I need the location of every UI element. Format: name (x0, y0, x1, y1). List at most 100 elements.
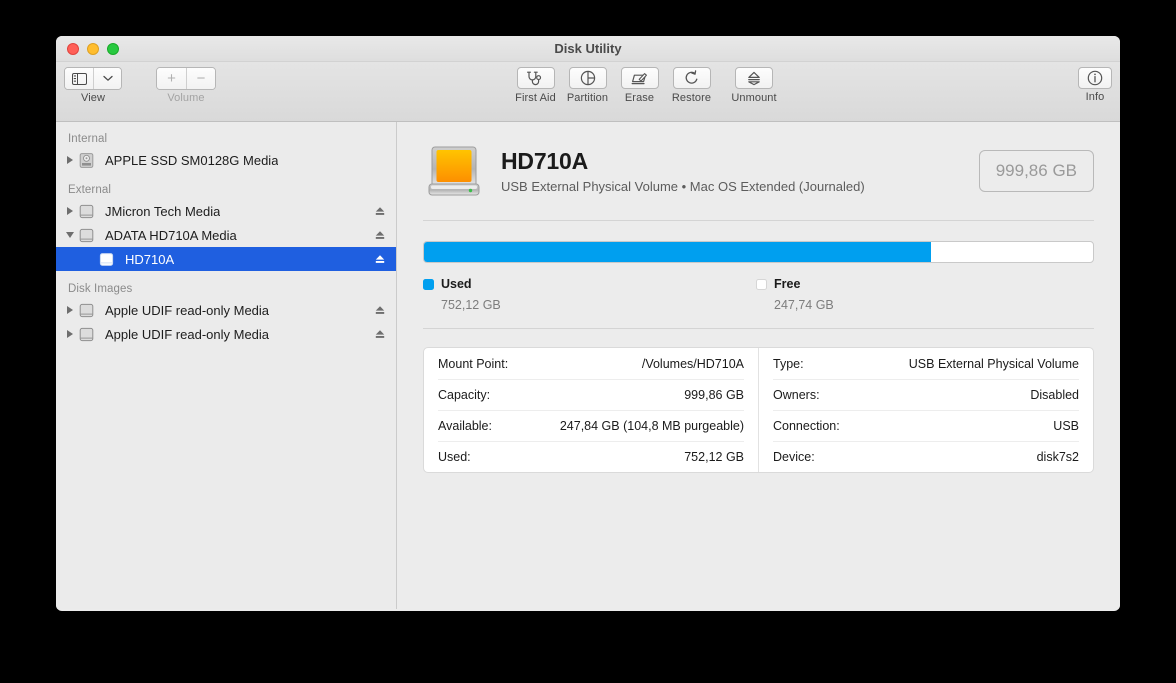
partition-button[interactable]: Partition (563, 67, 612, 104)
info-key: Used: (438, 450, 471, 464)
sidebar-item-apple-ssd[interactable]: APPLE SSD SM0128G Media (56, 148, 396, 172)
info-key: Connection: (773, 419, 840, 433)
info-key: Mount Point: (438, 356, 509, 371)
sidebar-item-label: Apple UDIF read-only Media (105, 302, 270, 318)
sidebar-item-label: HD710A (125, 251, 175, 267)
sidebar-item-hd710a[interactable]: HD710A (56, 247, 396, 271)
sidebar-group-header-external: External (68, 184, 111, 196)
external-drive-icon (78, 326, 98, 343)
external-drive-icon (78, 227, 98, 244)
info-value: 999,86 GB (684, 388, 744, 402)
table-row: Owners: Disabled (773, 379, 1079, 410)
disclosure-triangle[interactable] (62, 207, 78, 215)
usage-used-segment (424, 242, 932, 262)
sidebar-group-header-internal: Internal (68, 133, 108, 145)
plus-icon: + (167, 70, 176, 87)
window-body: Internal APPLE SSD SM0128G Media Externa… (56, 122, 1120, 609)
table-row: Mount Point: /Volumes/HD710A (438, 348, 744, 379)
sidebar-group-header-disk-images: Disk Images (68, 283, 133, 295)
legend-free-top: Free (756, 277, 1089, 291)
table-row: Type: USB External Physical Volume (773, 348, 1079, 379)
external-drive-icon (78, 302, 98, 319)
info-key: Capacity: (438, 388, 491, 402)
disk-utility-window: Disk Utility View + − Volume First Aid P… (56, 36, 1120, 611)
restore-label: Restore (671, 92, 712, 104)
close-button[interactable] (67, 43, 79, 55)
chevron-down-icon (102, 75, 113, 81)
usage-section: Used 752,12 GB Free 247,74 GB (423, 221, 1094, 328)
add-volume-button[interactable]: + (157, 68, 186, 89)
info-button[interactable] (1078, 67, 1112, 89)
sidebar-item-jmicron[interactable]: JMicron Tech Media (56, 199, 396, 223)
volume-subtitle: USB External Physical Volume • Mac OS Ex… (501, 179, 865, 194)
info-value: /Volumes/HD710A (641, 356, 744, 371)
info-key: Owners: (773, 388, 820, 402)
toolbar: View + − Volume First Aid Partition Eras… (56, 62, 1120, 122)
restore-icon (685, 70, 697, 84)
free-label: Free (774, 277, 801, 291)
table-row: Device: disk7s2 (773, 441, 1079, 472)
remove-volume-button[interactable]: − (186, 68, 215, 89)
partition-label: Partition (566, 92, 609, 104)
eject-icon[interactable] (374, 304, 386, 316)
view-segmented-control[interactable] (64, 67, 122, 90)
table-row: Available: 247,84 GB (104,8 MB purgeable… (438, 410, 744, 441)
first-aid-label: First Aid (515, 92, 556, 104)
view-control-group: View (64, 67, 122, 104)
eject-icon (748, 71, 760, 85)
sidebar-item-label: APPLE SSD SM0128G Media (105, 152, 279, 168)
eject-icon[interactable] (374, 253, 386, 265)
toolbar-actions: First Aid Partition Erase Restore Unmoun… (511, 67, 783, 104)
table-row: Used: 752,12 GB (438, 441, 744, 472)
legend-used: Used 752,12 GB (423, 277, 756, 312)
table-row: Connection: USB (773, 410, 1079, 441)
sidebar-item-adata-media[interactable]: ADATA HD710A Media (56, 223, 396, 247)
volume-segmented-control[interactable]: + − (156, 67, 216, 90)
info-key: Available: (438, 419, 492, 433)
window-controls (67, 43, 119, 55)
restore-icon-box (672, 67, 711, 89)
view-sidebar-icon[interactable] (65, 68, 93, 89)
volume-text-block: HD710A USB External Physical Volume • Ma… (501, 148, 979, 194)
eject-icon[interactable] (374, 328, 386, 340)
minus-icon: − (196, 70, 206, 87)
info-value: 247,84 GB (104,8 MB purgeable) (559, 419, 744, 433)
legend-free: Free 247,74 GB (756, 277, 1089, 312)
info-column-left: Mount Point: /Volumes/HD710A Capacity: 9… (424, 348, 758, 472)
eject-icon[interactable] (374, 229, 386, 241)
free-swatch-icon (756, 278, 767, 290)
zoom-button[interactable] (107, 43, 119, 55)
sidebar: Internal APPLE SSD SM0128G Media Externa… (56, 122, 397, 609)
volume-caption: Volume (167, 92, 205, 104)
disclosure-triangle[interactable] (62, 232, 78, 238)
view-dropdown-arrow[interactable] (93, 68, 121, 89)
volume-info-table: Mount Point: /Volumes/HD710A Capacity: 9… (423, 347, 1094, 473)
used-swatch-icon (423, 278, 434, 290)
minimize-button[interactable] (87, 43, 99, 55)
info-circle-icon (1087, 70, 1103, 86)
capacity-badge: 999,86 GB (978, 150, 1094, 192)
sidebar-layout-icon (71, 72, 87, 85)
detail-pane: HD710A USB External Physical Volume • Ma… (397, 122, 1120, 609)
erase-button[interactable]: Erase (615, 67, 664, 104)
sidebar-item-udif-1[interactable]: Apple UDIF read-only Media (56, 298, 396, 322)
sidebar-item-udif-2[interactable]: Apple UDIF read-only Media (56, 322, 396, 346)
eject-icon[interactable] (374, 205, 386, 217)
internal-drive-icon (78, 152, 98, 169)
title-bar: Disk Utility (56, 36, 1120, 62)
unmount-label: Unmount (731, 92, 777, 104)
unmount-button[interactable]: Unmount (725, 67, 783, 104)
first-aid-icon-box (516, 67, 555, 89)
external-drive-icon (78, 203, 98, 220)
info-value: 752,12 GB (684, 450, 744, 464)
info-value: USB External Physical Volume (908, 356, 1079, 371)
disclosure-triangle[interactable] (62, 330, 78, 338)
disclosure-triangle[interactable] (62, 306, 78, 314)
unmount-icon-box (735, 67, 773, 89)
first-aid-button[interactable]: First Aid (511, 67, 560, 104)
usage-bar (423, 241, 1094, 263)
legend-used-top: Used (423, 277, 756, 291)
restore-button[interactable]: Restore (667, 67, 716, 104)
disclosure-triangle[interactable] (62, 156, 78, 164)
info-column-right: Type: USB External Physical Volume Owner… (758, 348, 1093, 472)
